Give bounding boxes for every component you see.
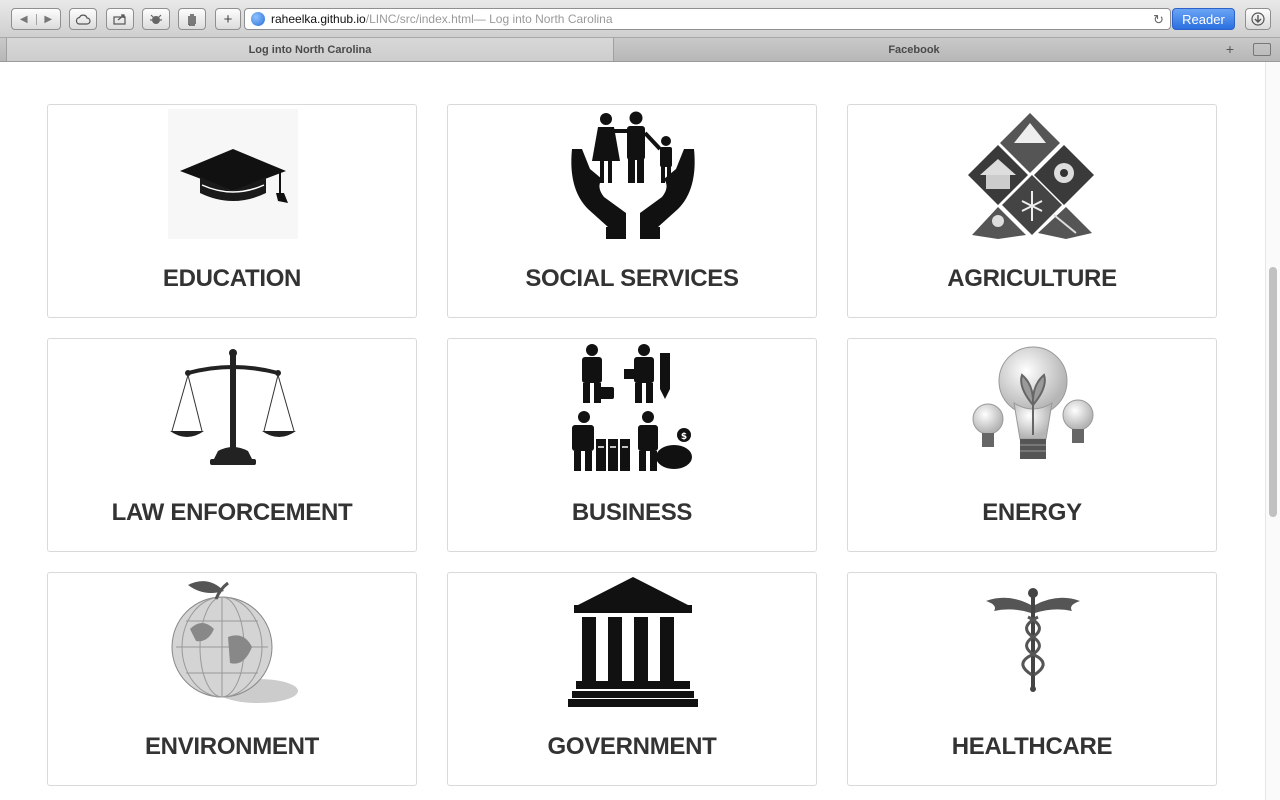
agriculture-diamond-icon bbox=[968, 109, 1098, 239]
vertical-scrollbar[interactable] bbox=[1265, 62, 1280, 800]
category-card-social-services[interactable]: SOCIAL SERVICES bbox=[447, 104, 817, 318]
page-content: EDUCATION SOCIAL SERVICES AGRICULTURE LA… bbox=[0, 62, 1280, 800]
category-label: ENVIRONMENT bbox=[144, 733, 320, 760]
address-bar[interactable]: raheelka.github.io /LINC/src/index.html … bbox=[244, 8, 1171, 30]
category-label: LAW ENFORCEMENT bbox=[111, 499, 353, 526]
browser-toolbar: ◀ ▶ + raheelka.github.io /LINC/src/index… bbox=[0, 0, 1280, 38]
svg-text:$: $ bbox=[681, 432, 687, 442]
back-forward-buttons[interactable]: ◀ ▶ bbox=[11, 8, 61, 30]
category-card-environment[interactable]: ENVIRONMENT bbox=[47, 572, 417, 786]
reader-button[interactable]: Reader bbox=[1172, 8, 1235, 30]
government-building-icon bbox=[568, 577, 698, 707]
category-label: SOCIAL SERVICES bbox=[525, 265, 739, 292]
category-label: BUSINESS bbox=[571, 499, 693, 526]
extension-button[interactable] bbox=[142, 8, 170, 30]
family-in-hands-icon bbox=[568, 109, 698, 239]
category-card-business[interactable]: $ BUSINESS bbox=[447, 338, 817, 552]
privacy-button[interactable] bbox=[178, 8, 206, 30]
share-icon bbox=[113, 14, 126, 25]
tab-facebook[interactable]: Facebook bbox=[616, 38, 1212, 61]
category-label: GOVERNMENT bbox=[547, 733, 717, 760]
globe-icon bbox=[251, 12, 265, 26]
light-bulbs-icon bbox=[968, 343, 1098, 473]
tab-log-into-north-carolina[interactable]: Log into North Carolina bbox=[6, 38, 614, 61]
category-card-healthcare[interactable]: HEALTHCARE bbox=[847, 572, 1217, 786]
new-tab-button[interactable]: + bbox=[215, 8, 241, 30]
download-icon bbox=[1251, 12, 1265, 26]
forward-arrow-icon[interactable]: ▶ bbox=[35, 13, 61, 25]
bug-icon bbox=[150, 14, 162, 24]
icloud-tabs-button[interactable] bbox=[69, 8, 97, 30]
category-label: ENERGY bbox=[982, 499, 1082, 526]
globe-apple-icon bbox=[168, 577, 298, 707]
category-card-agriculture[interactable]: AGRICULTURE bbox=[847, 104, 1217, 318]
graduation-cap-icon bbox=[168, 109, 298, 239]
tab-overview-icon[interactable] bbox=[1253, 43, 1271, 56]
url-path: /LINC/src/index.html bbox=[365, 12, 474, 26]
cloud-icon bbox=[75, 14, 91, 25]
plus-icon: + bbox=[223, 10, 233, 28]
new-tab-plus-icon[interactable]: + bbox=[1221, 41, 1239, 58]
category-card-energy[interactable]: ENERGY bbox=[847, 338, 1217, 552]
business-people-icon: $ bbox=[568, 343, 698, 473]
scales-of-justice-icon bbox=[168, 343, 298, 473]
url-page-title: — Log into North Carolina bbox=[473, 12, 613, 26]
url-host: raheelka.github.io bbox=[271, 12, 366, 26]
category-card-law-enforcement[interactable]: LAW ENFORCEMENT bbox=[47, 338, 417, 552]
category-card-education[interactable]: EDUCATION bbox=[47, 104, 417, 318]
category-card-government[interactable]: GOVERNMENT bbox=[447, 572, 817, 786]
downloads-button[interactable] bbox=[1245, 8, 1271, 30]
hand-icon bbox=[188, 14, 196, 26]
scrollbar-thumb[interactable] bbox=[1269, 267, 1277, 517]
category-label: HEALTHCARE bbox=[951, 733, 1113, 760]
share-button[interactable] bbox=[106, 8, 134, 30]
category-label: AGRICULTURE bbox=[947, 265, 1117, 292]
category-label: EDUCATION bbox=[162, 265, 302, 292]
caduceus-icon bbox=[968, 577, 1098, 707]
reload-icon[interactable]: ↻ bbox=[1153, 12, 1164, 28]
back-arrow-icon[interactable]: ◀ bbox=[12, 14, 36, 25]
tab-bar: Log into North Carolina Facebook + bbox=[0, 38, 1280, 62]
